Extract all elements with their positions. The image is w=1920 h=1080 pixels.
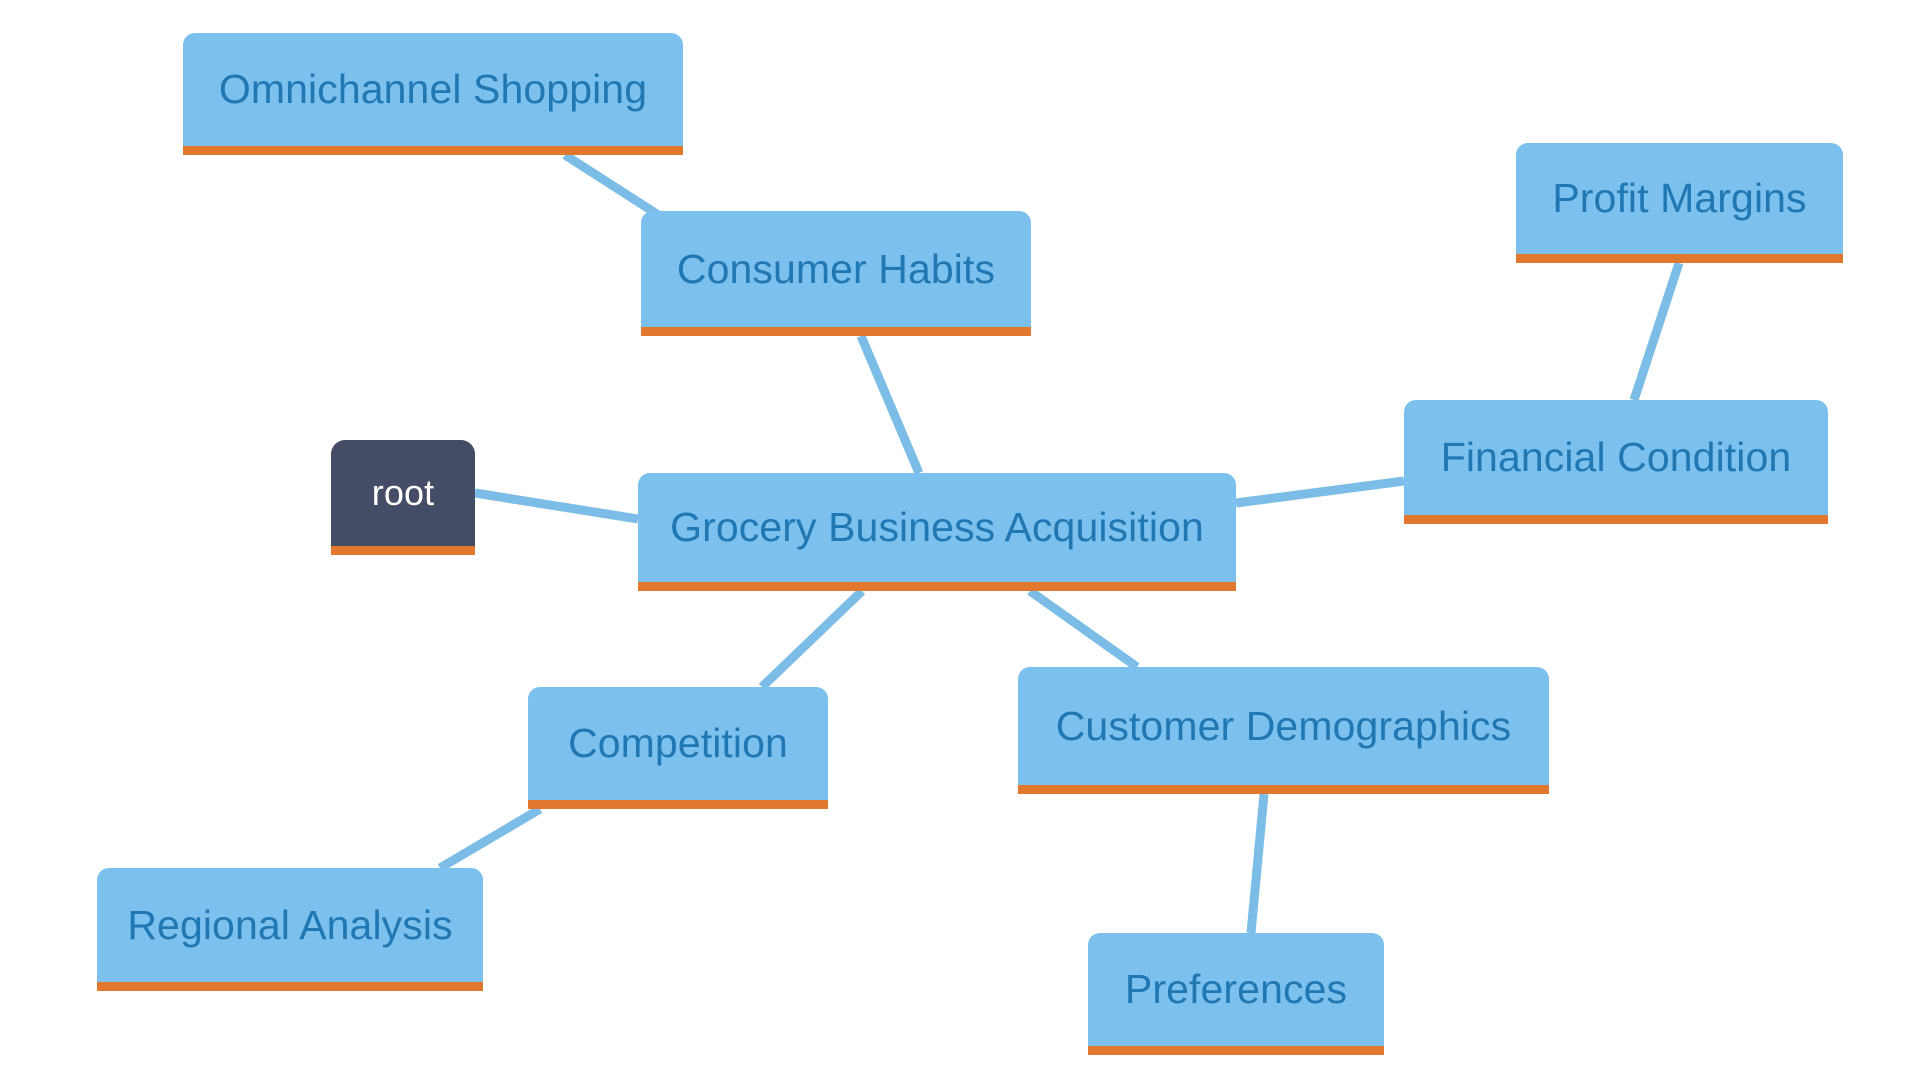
mindmap-node-label: Grocery Business Acquisition xyxy=(670,504,1204,550)
mindmap-canvas: root Grocery Business Acquisition Consumer… xyxy=(0,0,1920,1080)
mindmap-node-label: Regional Analysis xyxy=(127,901,453,948)
mindmap-node-regional_analysis[interactable]: Regional Analysis xyxy=(97,868,483,991)
mindmap-node-preferences[interactable]: Preferences xyxy=(1088,933,1384,1055)
mindmap-node-label: Preferences xyxy=(1124,966,1348,1012)
mindmap-node-label: Financial Condition xyxy=(1440,434,1792,480)
mindmap-node-label: Competition xyxy=(568,720,788,766)
mindmap-node-omnichannel_shopping[interactable]: Omnichannel Shopping xyxy=(183,33,683,155)
mindmap-node-grocery_business_acquisition[interactable]: Grocery Business Acquisition xyxy=(638,473,1236,591)
mindmap-node-root[interactable]: root xyxy=(331,440,475,555)
edge-grocery_business_acquisition-to-consumer_habits xyxy=(856,334,924,475)
edge-root-to-grocery_business_acquisition xyxy=(474,488,639,524)
mindmap-node-customer_demographics[interactable]: Customer Demographics xyxy=(1018,667,1549,794)
edge-consumer_habits-to-omnichannel_shopping xyxy=(562,151,663,220)
mindmap-node-consumer_habits[interactable]: Consumer Habits xyxy=(641,211,1031,336)
edge-grocery_business_acquisition-to-competition xyxy=(758,587,866,691)
edge-grocery_business_acquisition-to-customer_demographics xyxy=(1027,587,1140,671)
mindmap-node-label: Omnichannel Shopping xyxy=(218,66,648,112)
mindmap-node-label: Customer Demographics xyxy=(1055,702,1512,749)
mindmap-node-profit_margins[interactable]: Profit Margins xyxy=(1516,143,1843,263)
mindmap-node-label: Profit Margins xyxy=(1552,175,1807,221)
edge-grocery_business_acquisition-to-financial_condition xyxy=(1235,476,1405,508)
mindmap-node-competition[interactable]: Competition xyxy=(528,687,828,809)
edge-financial_condition-to-profit_margins xyxy=(1629,261,1684,402)
mindmap-node-label: Consumer Habits xyxy=(676,245,996,292)
edge-competition-to-regional_analysis xyxy=(437,805,543,872)
mindmap-node-label: root xyxy=(371,472,435,513)
edge-customer_demographics-to-preferences xyxy=(1246,793,1269,934)
mindmap-node-financial_condition[interactable]: Financial Condition xyxy=(1404,400,1828,524)
